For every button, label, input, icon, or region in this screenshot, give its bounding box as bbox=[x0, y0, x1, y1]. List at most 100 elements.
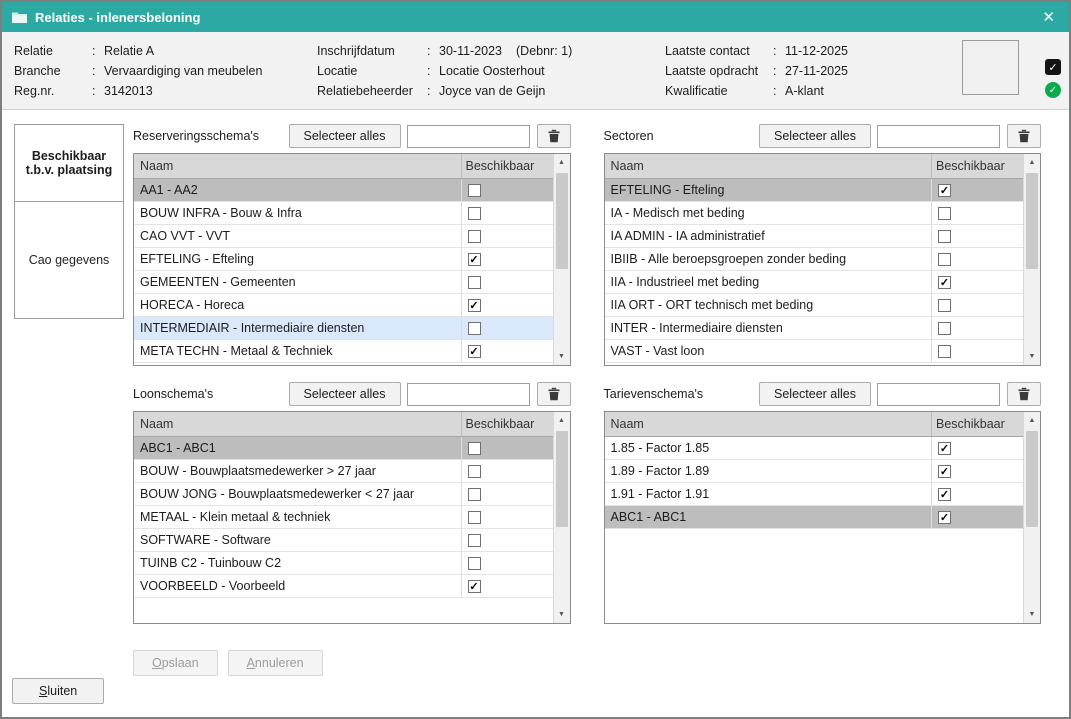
table-header: Naam Beschikbaar bbox=[605, 412, 1024, 437]
beschikbaar-checkbox[interactable]: ✓ bbox=[938, 276, 951, 289]
table-row[interactable]: ABC1 - ABC1 bbox=[134, 437, 553, 460]
tab-cao-gegevens[interactable]: Cao gegevens bbox=[14, 201, 124, 319]
tab-beschikbaar-tbv-plaatsing[interactable]: Beschikbaar t.b.v. plaatsing bbox=[14, 124, 124, 202]
beschikbaar-checkbox[interactable] bbox=[468, 276, 481, 289]
table-row[interactable]: VOORBEELD - Voorbeeld✓ bbox=[134, 575, 553, 598]
table-row[interactable]: ABC1 - ABC1✓ bbox=[605, 506, 1024, 529]
table-row[interactable]: VAST - Vast loon bbox=[605, 340, 1024, 363]
scroll-thumb[interactable] bbox=[1026, 431, 1038, 527]
table-row[interactable]: 1.91 - Factor 1.91✓ bbox=[605, 483, 1024, 506]
column-header-naam: Naam bbox=[605, 412, 932, 436]
scroll-up-button[interactable]: ▲ bbox=[1024, 154, 1040, 171]
table-row[interactable]: IA - Medisch met beding bbox=[605, 202, 1024, 225]
table-row[interactable]: INTER - Intermediaire diensten bbox=[605, 317, 1024, 340]
beschikbaar-checkbox[interactable]: ✓ bbox=[938, 184, 951, 197]
beschikbaar-checkbox[interactable] bbox=[468, 207, 481, 220]
row-name: EFTELING - Efteling bbox=[605, 179, 932, 201]
beschikbaar-checkbox[interactable] bbox=[938, 230, 951, 243]
select-all-button[interactable]: Selecteer alles bbox=[759, 382, 871, 406]
beschikbaar-checkbox[interactable] bbox=[468, 511, 481, 524]
vertical-scrollbar[interactable]: ▲ ▼ bbox=[1023, 412, 1040, 623]
table-row[interactable]: 1.89 - Factor 1.89✓ bbox=[605, 460, 1024, 483]
checked-checkbox-icon[interactable]: ✓ bbox=[1045, 59, 1061, 75]
beschikbaar-cell bbox=[461, 317, 553, 339]
beschikbaar-checkbox[interactable] bbox=[468, 534, 481, 547]
scroll-down-button[interactable]: ▼ bbox=[1024, 606, 1040, 623]
beschikbaar-checkbox[interactable]: ✓ bbox=[468, 345, 481, 358]
delete-button[interactable] bbox=[1007, 124, 1041, 148]
column-header-beschikbaar: Beschikbaar bbox=[461, 412, 553, 436]
table-row[interactable]: GEMEENTEN - Gemeenten bbox=[134, 271, 553, 294]
table-row[interactable]: INTERMEDIAIR - Intermediaire diensten bbox=[134, 317, 553, 340]
delete-button[interactable] bbox=[537, 382, 571, 406]
table-row[interactable]: EFTELING - Efteling ✓ bbox=[605, 179, 1024, 202]
scroll-down-button[interactable]: ▼ bbox=[1024, 348, 1040, 365]
beschikbaar-checkbox[interactable] bbox=[468, 184, 481, 197]
table-row[interactable]: METAAL - Klein metaal & techniek bbox=[134, 506, 553, 529]
table-row[interactable]: 1.85 - Factor 1.85✓ bbox=[605, 437, 1024, 460]
beschikbaar-checkbox[interactable]: ✓ bbox=[938, 488, 951, 501]
scroll-up-button[interactable]: ▲ bbox=[1024, 412, 1040, 429]
scroll-up-button[interactable]: ▲ bbox=[554, 154, 570, 171]
filter-input[interactable] bbox=[877, 383, 1000, 406]
beschikbaar-checkbox[interactable] bbox=[468, 230, 481, 243]
close-dialog-button[interactable]: Sluiten bbox=[12, 678, 104, 704]
scroll-down-button[interactable]: ▼ bbox=[554, 606, 570, 623]
row-name: SOFTWARE - Software bbox=[134, 529, 461, 551]
beschikbaar-checkbox[interactable]: ✓ bbox=[938, 442, 951, 455]
schema-panels-grid: Reserveringsschema's Selecteer alles Naa… bbox=[133, 122, 1041, 676]
filter-input[interactable] bbox=[407, 383, 530, 406]
beschikbaar-checkbox[interactable]: ✓ bbox=[468, 299, 481, 312]
info-field-locatie: Locatie:Locatie Oosterhout bbox=[317, 61, 665, 81]
select-all-button[interactable]: Selecteer alles bbox=[289, 124, 401, 148]
filter-input[interactable] bbox=[407, 125, 530, 148]
beschikbaar-checkbox[interactable] bbox=[938, 299, 951, 312]
beschikbaar-checkbox[interactable] bbox=[468, 442, 481, 455]
select-all-button[interactable]: Selecteer alles bbox=[759, 124, 871, 148]
save-button[interactable]: Opslaan bbox=[133, 650, 218, 676]
select-all-button[interactable]: Selecteer alles bbox=[289, 382, 401, 406]
beschikbaar-checkbox[interactable] bbox=[468, 557, 481, 570]
beschikbaar-checkbox[interactable] bbox=[938, 345, 951, 358]
vertical-scrollbar[interactable]: ▲ ▼ bbox=[1023, 154, 1040, 365]
beschikbaar-checkbox[interactable]: ✓ bbox=[468, 580, 481, 593]
scroll-thumb[interactable] bbox=[1026, 173, 1038, 269]
scroll-up-button[interactable]: ▲ bbox=[554, 412, 570, 429]
filter-input[interactable] bbox=[877, 125, 1000, 148]
cancel-button[interactable]: Annuleren bbox=[228, 650, 323, 676]
vertical-scrollbar[interactable]: ▲ ▼ bbox=[553, 412, 570, 623]
scroll-down-button[interactable]: ▼ bbox=[554, 348, 570, 365]
beschikbaar-checkbox[interactable] bbox=[468, 488, 481, 501]
scroll-thumb[interactable] bbox=[556, 173, 568, 269]
beschikbaar-checkbox[interactable] bbox=[938, 207, 951, 220]
ok-status-icon: ✓ bbox=[1045, 82, 1061, 98]
scroll-thumb[interactable] bbox=[556, 431, 568, 527]
close-icon[interactable]: ✕ bbox=[1038, 10, 1059, 25]
table-row[interactable]: EFTELING - Efteling✓ bbox=[134, 248, 553, 271]
table-row[interactable]: SOFTWARE - Software bbox=[134, 529, 553, 552]
delete-button[interactable] bbox=[1007, 382, 1041, 406]
beschikbaar-checkbox[interactable]: ✓ bbox=[938, 511, 951, 524]
table-row[interactable]: BOUW - Bouwplaatsmedewerker > 27 jaar bbox=[134, 460, 553, 483]
beschikbaar-checkbox[interactable] bbox=[938, 322, 951, 335]
beschikbaar-checkbox[interactable] bbox=[468, 322, 481, 335]
beschikbaar-checkbox[interactable]: ✓ bbox=[468, 253, 481, 266]
field-label: Reg.nr. bbox=[14, 81, 92, 101]
table-row[interactable]: HORECA - Horeca✓ bbox=[134, 294, 553, 317]
beschikbaar-checkbox[interactable] bbox=[938, 253, 951, 266]
vertical-scrollbar[interactable]: ▲ ▼ bbox=[553, 154, 570, 365]
table-row[interactable]: AA1 - AA2 bbox=[134, 179, 553, 202]
table-row[interactable]: TUINB C2 - Tuinbouw C2 bbox=[134, 552, 553, 575]
table-row[interactable]: IIA - Industrieel met beding✓ bbox=[605, 271, 1024, 294]
beschikbaar-checkbox[interactable]: ✓ bbox=[938, 465, 951, 478]
table-row[interactable]: CAO VVT - VVT bbox=[134, 225, 553, 248]
table-row[interactable]: META TECHN - Metaal & Techniek✓ bbox=[134, 340, 553, 363]
table-row[interactable]: IBIIB - Alle beroepsgroepen zonder bedin… bbox=[605, 248, 1024, 271]
table-row[interactable]: IA ADMIN - IA administratief bbox=[605, 225, 1024, 248]
beschikbaar-checkbox[interactable] bbox=[468, 465, 481, 478]
table-row[interactable]: BOUW INFRA - Bouw & Infra bbox=[134, 202, 553, 225]
table-row[interactable]: BOUW JONG - Bouwplaatsmedewerker < 27 ja… bbox=[134, 483, 553, 506]
table-row[interactable]: IIA ORT - ORT technisch met beding bbox=[605, 294, 1024, 317]
delete-button[interactable] bbox=[537, 124, 571, 148]
panel-reserveringsschemas: Reserveringsschema's Selecteer alles Naa… bbox=[133, 122, 571, 366]
